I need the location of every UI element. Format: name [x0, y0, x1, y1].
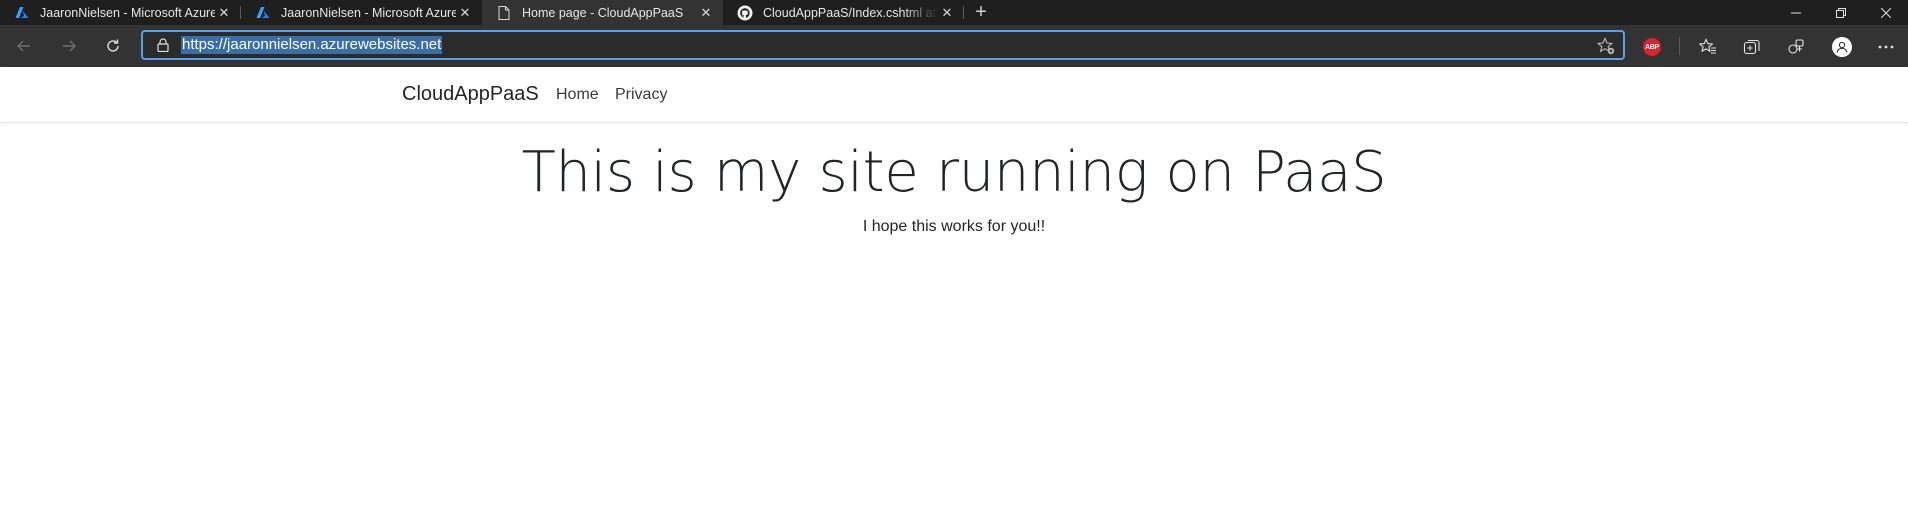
azure-icon	[255, 5, 271, 21]
refresh-icon	[107, 39, 119, 52]
nav-link-privacy[interactable]: Privacy	[615, 86, 667, 104]
tab-home-page[interactable]: Home page - CloudAppPaaS ✕	[482, 0, 723, 25]
toolbar-divider	[1679, 37, 1680, 55]
profile-button[interactable]	[1832, 37, 1852, 57]
page-icon	[496, 5, 512, 21]
plus-icon: +	[975, 1, 987, 23]
site-brand[interactable]: CloudAppPaaS	[402, 83, 539, 106]
window-controls	[1773, 0, 1908, 25]
browser-toolbar: https://jaaronnielsen.azurewebsites.net …	[0, 25, 1908, 67]
minimize-icon	[1790, 12, 1801, 13]
tab-github[interactable]: CloudAppPaaS/Index.cshtml at m ✕	[723, 0, 964, 25]
more-options-button[interactable]	[1876, 37, 1896, 57]
lock-icon[interactable]	[155, 37, 171, 53]
tab-title: CloudAppPaaS/Index.cshtml at m	[763, 5, 938, 20]
user-icon	[1836, 41, 1848, 53]
adblock-icon: ABP	[1643, 38, 1661, 56]
url-text[interactable]: https://jaaronnielsen.azurewebsites.net	[181, 36, 443, 54]
github-icon	[737, 5, 753, 21]
extensions-icon	[1788, 39, 1804, 54]
avatar	[1832, 37, 1852, 57]
page-heading: This is my site running on PaaS	[521, 140, 1387, 205]
tab-azure-2[interactable]: JaaronNielsen - Microsoft Azure ✕	[241, 0, 482, 25]
more-icon	[1878, 45, 1894, 49]
tab-azure-1[interactable]: JaaronNielsen - Microsoft Azure ✕	[0, 0, 241, 25]
azure-icon	[14, 5, 30, 21]
adblock-extension[interactable]: ABP	[1642, 37, 1662, 57]
arrow-left-icon	[17, 40, 30, 52]
tab-title: JaaronNielsen - Microsoft Azure	[281, 5, 456, 20]
refresh-button[interactable]	[99, 32, 127, 60]
back-button[interactable]	[10, 32, 38, 60]
tab-title: Home page - CloudAppPaaS	[522, 5, 684, 20]
favorites-button[interactable]	[1698, 37, 1718, 57]
collections-button[interactable]	[1742, 37, 1762, 57]
arrow-right-icon	[63, 40, 76, 52]
extensions-button[interactable]	[1786, 37, 1806, 57]
close-window-button[interactable]	[1863, 0, 1908, 25]
close-icon[interactable]: ✕	[938, 4, 956, 22]
site-navbar: CloudAppPaaS Home Privacy	[0, 67, 1908, 123]
restore-button[interactable]	[1818, 0, 1863, 25]
close-icon[interactable]: ✕	[697, 4, 715, 22]
nav-link-home[interactable]: Home	[556, 86, 599, 104]
new-tab-button[interactable]: +	[964, 0, 998, 25]
add-favorite-icon[interactable]	[1596, 37, 1615, 55]
minimize-button[interactable]	[1773, 0, 1818, 25]
forward-button[interactable]	[55, 32, 83, 60]
collections-icon	[1743, 39, 1760, 55]
favorites-icon	[1699, 38, 1716, 54]
close-icon[interactable]: ✕	[456, 4, 474, 22]
close-icon	[1880, 7, 1891, 18]
close-icon[interactable]: ✕	[215, 4, 233, 22]
page-subheading: I hope this works for you!!	[862, 218, 1046, 235]
tab-strip: JaaronNielsen - Microsoft Azure ✕ Jaaron…	[0, 0, 1908, 25]
tab-title: JaaronNielsen - Microsoft Azure	[40, 5, 215, 20]
address-bar[interactable]: https://jaaronnielsen.azurewebsites.net	[141, 30, 1625, 60]
restore-icon	[1835, 7, 1846, 18]
